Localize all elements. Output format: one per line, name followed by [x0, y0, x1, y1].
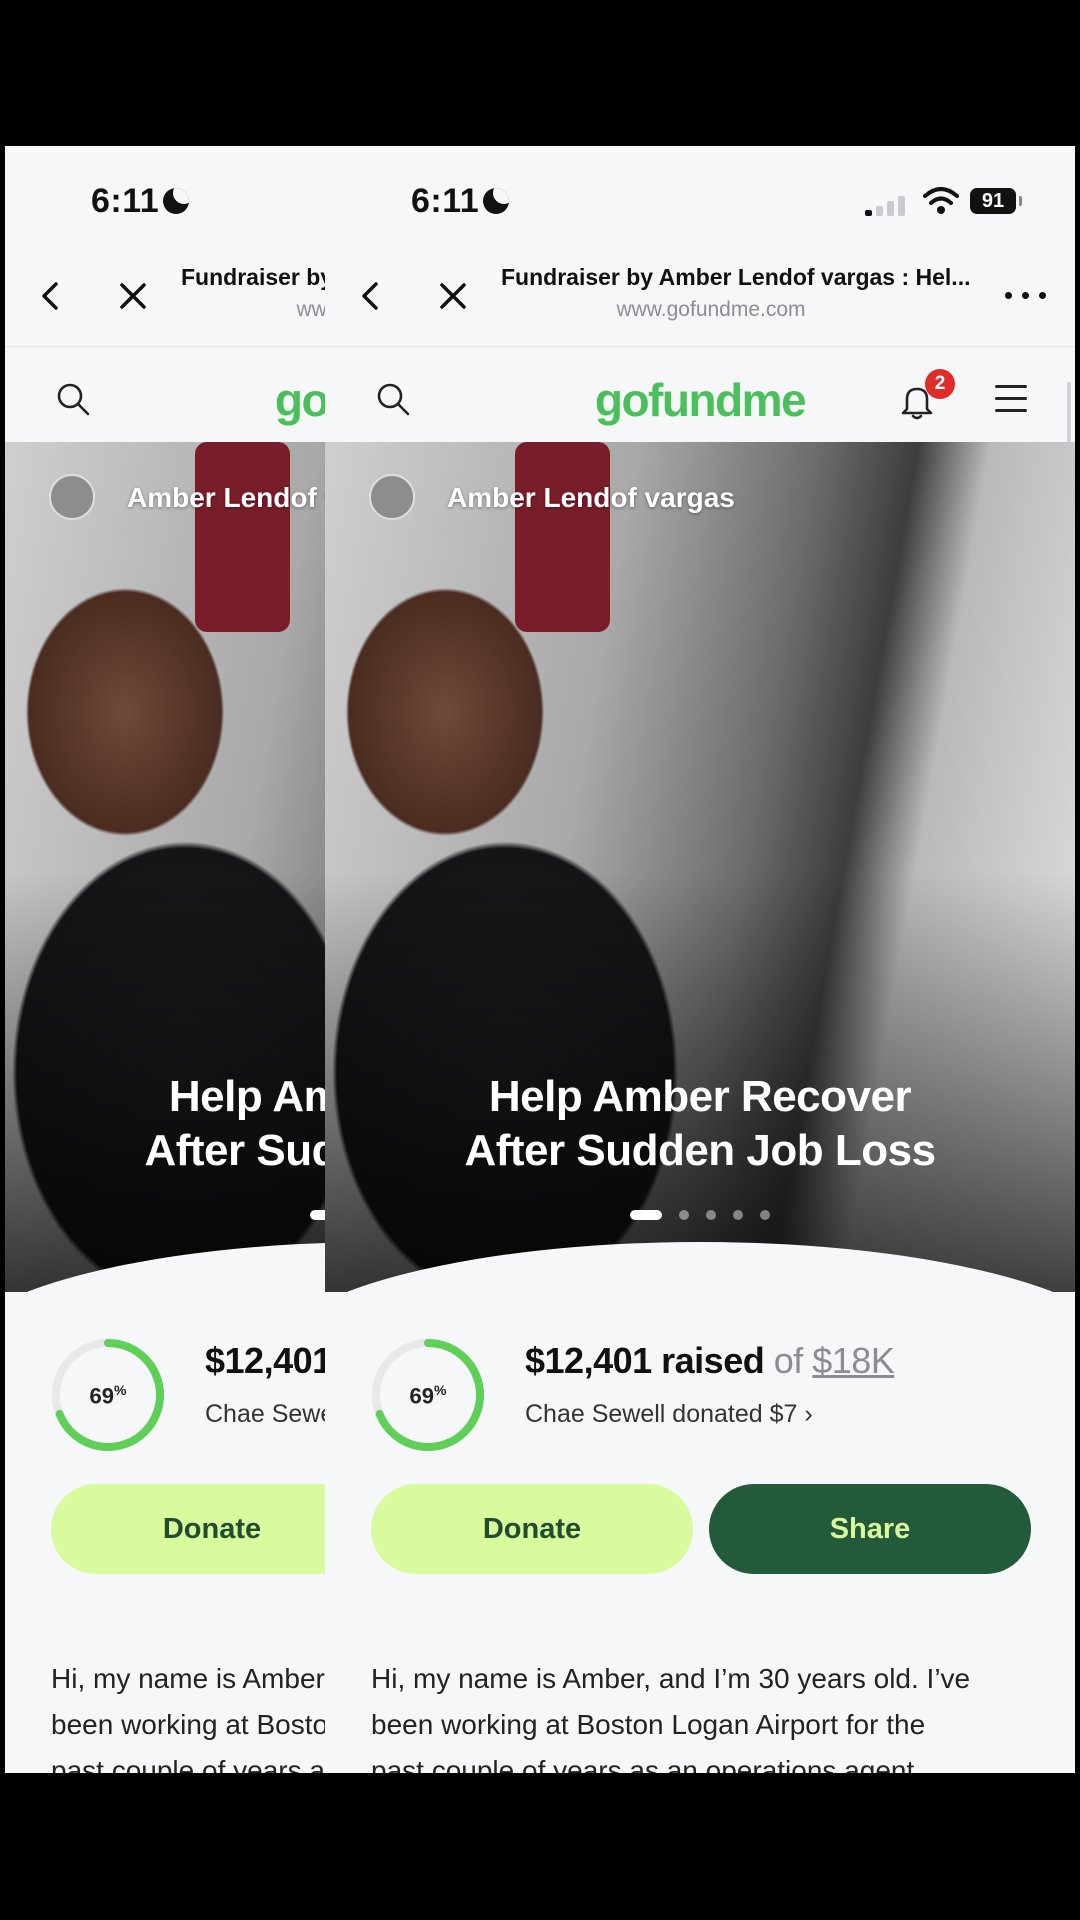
campaign-title-line1: Help Amber Recover [168, 1072, 325, 1121]
hero-image[interactable]: Amber Lendof vargas Help Amber Recover A… [325, 442, 1075, 1292]
story-text: Hi, my name is Amber, and I’m 30 years o… [371, 1656, 1051, 1773]
tab-title: Fundraiser by Amber Lendof vargas : Hel.… [501, 264, 971, 290]
status-bar: 6:11 91 [325, 146, 1075, 246]
raised-amount-wrap: $12,401 raised of $18K [205, 1340, 325, 1382]
story-line: been working at Boston Logan Airport for… [51, 1709, 325, 1740]
story-line: Hi, my name is Amber, and I’m 30 years o… [371, 1663, 971, 1694]
moon-icon [163, 188, 190, 214]
goal-amount[interactable]: $18K [812, 1340, 895, 1381]
back-chevron-icon[interactable] [33, 278, 69, 314]
notification-badge: 2 [925, 369, 955, 399]
progress-percent: 69 [89, 1383, 115, 1409]
hero-phone-shape [515, 442, 610, 632]
close-icon[interactable] [435, 278, 471, 314]
site-header: gofundme 2 [325, 346, 1075, 442]
browser-bar: Fundraiser by Amber Lendof vargas : Hel.… [5, 246, 325, 346]
tab-url[interactable]: www.gofundme.com [181, 298, 325, 322]
right-split-panel: 6:11 91 Fundraiser by Amber Lendof varga… [325, 146, 1075, 1773]
status-time-wrap: 6:11 [91, 182, 190, 221]
browser-bar: Fundraiser by Amber Lendof vargas : Hel.… [325, 246, 1075, 346]
recent-donation-wrap[interactable]: Chae Sewell donated $7 › [525, 1400, 813, 1429]
site-header: gofundme [5, 346, 325, 442]
progress-percent-wrap: 69% [89, 1382, 127, 1409]
tab-title: Fundraiser by Amber Lendof vargas : Hel.… [181, 264, 325, 290]
left-split-panel: 6:11 Fundraiser by Amber Lendof vargas :… [5, 146, 325, 1773]
close-icon[interactable] [115, 278, 151, 314]
recent-donation-wrap[interactable]: Chae Sewell donated $7 › [205, 1400, 325, 1429]
progress-percent: 69 [409, 1383, 435, 1409]
status-time-wrap: 6:11 [411, 182, 510, 221]
status-time: 6:11 [91, 182, 160, 220]
carousel-dot[interactable] [679, 1210, 689, 1220]
hero-phone-shape [195, 442, 290, 632]
carousel-dot[interactable] [760, 1210, 770, 1220]
carousel-dot[interactable] [706, 1210, 716, 1220]
avatar [369, 474, 415, 520]
story-line: Hi, my name is Amber, and I’m 30 years o… [51, 1663, 325, 1694]
carousel-dot[interactable] [310, 1210, 325, 1220]
screen: 6:11 Fundraiser by Amber Lendof vargas :… [5, 146, 1075, 1773]
raised-amount-wrap: $12,401 raised of $18K [525, 1340, 895, 1382]
more-icon[interactable] [1005, 292, 1047, 302]
menu-icon[interactable] [995, 385, 1027, 413]
story-line: past couple of years as an operations ag… [371, 1755, 915, 1773]
carousel-dot[interactable] [630, 1210, 662, 1220]
status-time: 6:11 [411, 182, 480, 220]
wifi-icon [923, 187, 959, 214]
recent-donation: Chae Sewell donated $7 [205, 1400, 325, 1428]
signal-icon [865, 196, 911, 216]
raised-amount: $12,401 raised [205, 1340, 325, 1381]
donate-button[interactable]: Donate [51, 1484, 325, 1574]
campaign-title: Help Amber Recover After Sudden Job Loss [5, 1070, 325, 1178]
chevron-right-icon: › [804, 1400, 813, 1428]
raised-of: of [773, 1340, 804, 1381]
carousel-dot[interactable] [733, 1210, 743, 1220]
share-button[interactable]: Share [709, 1484, 1031, 1574]
gofundme-logo[interactable]: gofundme [5, 373, 325, 427]
story-line: been working at Boston Logan Airport for… [371, 1709, 926, 1740]
battery-icon: 91 [970, 188, 1022, 214]
status-bar: 6:11 [5, 146, 325, 246]
hero-image: Amber Lendof vargas Help Amber Recover A… [5, 442, 325, 1292]
gofundme-logo[interactable]: gofundme [325, 373, 1075, 427]
story-text: Hi, my name is Amber, and I’m 30 years o… [51, 1656, 325, 1773]
recent-donation: Chae Sewell donated $7 [525, 1400, 798, 1428]
raised-amount: $12,401 raised [525, 1340, 765, 1381]
story-line: past couple of years as an operations ag… [51, 1755, 325, 1773]
avatar [49, 474, 95, 520]
author-name: Amber Lendof vargas [447, 482, 735, 513]
back-chevron-icon[interactable] [353, 278, 389, 314]
campaign-title-line2: After Sudden Job Loss [144, 1126, 325, 1175]
tab-url[interactable]: www.gofundme.com [501, 298, 921, 322]
donate-button[interactable]: Donate [371, 1484, 693, 1574]
moon-icon [483, 188, 510, 214]
campaign-title: Help Amber Recover After Sudden Job Loss [325, 1070, 1075, 1178]
campaign-title-line1: Help Amber Recover [488, 1072, 912, 1121]
progress-percent-wrap: 69% [409, 1382, 447, 1409]
campaign-title-line2: After Sudden Job Loss [464, 1126, 936, 1175]
author-name: Amber Lendof vargas [127, 482, 325, 513]
